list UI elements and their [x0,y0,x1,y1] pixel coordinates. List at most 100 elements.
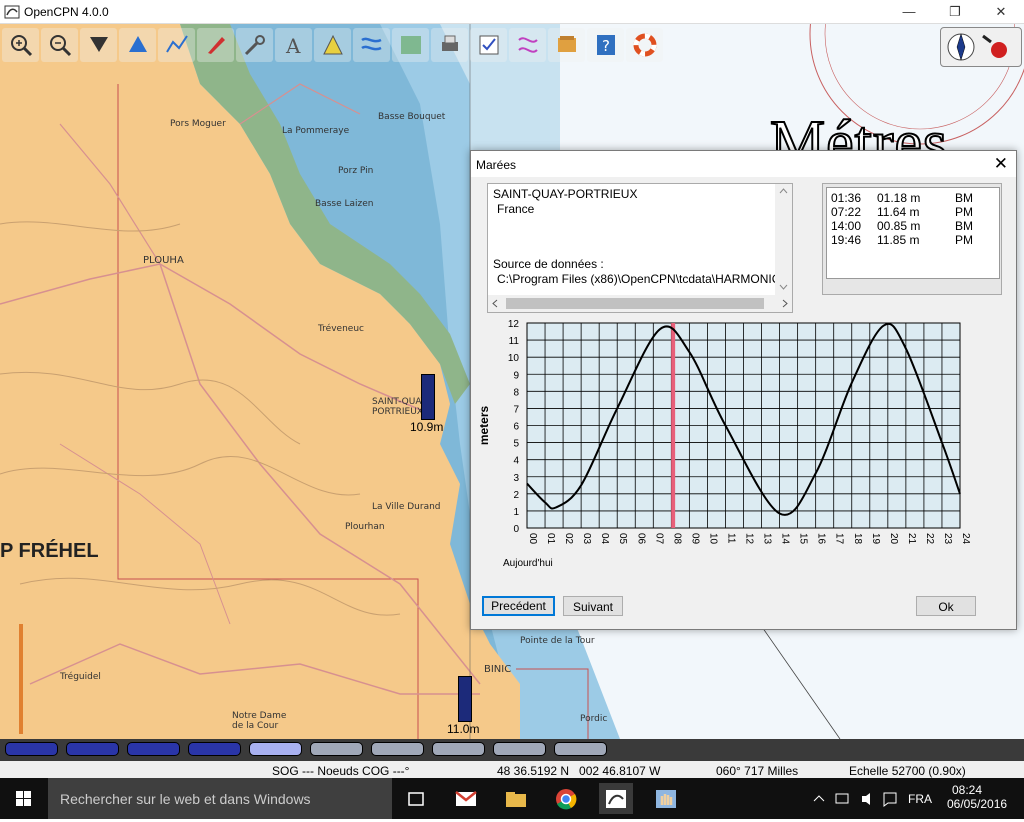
y-axis-label: meters [477,405,491,445]
hand-app-icon[interactable] [649,783,683,814]
vertical-scrollbar[interactable] [775,184,792,295]
y-tick-label: 10 [508,353,520,364]
today-label: Aujourd'hui [503,558,553,569]
chart-selector-tab[interactable] [493,742,546,756]
x-tick-label: 18 [852,533,863,545]
place-name: PLOUHA [143,255,184,266]
chart-selector-tab[interactable] [249,742,302,756]
chart-quilting-tool-button[interactable] [392,28,429,62]
cursor-position-readout: 48 36.5192 N 002 46.8107 W [497,764,661,778]
dialog-titlebar: Marées ✕ [471,151,1016,177]
svg-text:A: A [285,34,301,58]
x-tick-label: 06 [635,533,646,545]
taskbar-search-box[interactable]: Rechercher sur le web et dans Windows [48,778,392,819]
place-name: Tréguidel [60,672,101,682]
y-tick-label: 1 [513,507,519,518]
task-view-icon[interactable] [399,783,433,814]
x-tick-label: 24 [960,533,971,545]
zoom-in-tool-button[interactable] [2,28,39,62]
ship-tool-button[interactable] [197,28,234,62]
tides-tool-button[interactable] [314,28,351,62]
place-name: Basse Bouquet [378,112,446,122]
currents-tool-button[interactable] [353,28,390,62]
dialog-close-button[interactable]: ✕ [994,154,1008,174]
start-button[interactable] [0,778,48,819]
event-height: 00.85 m [877,219,921,233]
station-info-textbox[interactable]: SAINT-QUAY-PORTRIEUX France Source de do… [487,183,793,313]
file-explorer-icon[interactable] [499,783,533,814]
print-tool-button[interactable] [431,28,468,62]
horizontal-scrollbar[interactable] [488,295,792,312]
chart-selector-tab[interactable] [554,742,607,756]
y-tick-label: 11 [509,336,520,347]
taskbar-clock[interactable]: 08:24 06/05/2016 [947,783,1007,811]
scale-in-tool-button[interactable] [80,28,117,62]
place-name: BINIC [484,664,512,675]
tide-events-list[interactable]: 01:36 01.18 m BM 07:22 11.64 m PM 14:00 00.85 m… [826,187,1000,279]
x-tick-label: 09 [689,533,700,545]
chart-selector-bar [0,739,1024,761]
lifebuoy-icon [633,33,656,57]
event-type: PM [955,233,973,247]
tide-height-label: 10.9m [410,420,444,434]
x-tick-label: 22 [924,533,935,545]
chart-selector-tab[interactable] [5,742,58,756]
opencpn-taskbar-icon[interactable] [599,783,633,814]
clock-time: 08:24 [951,783,983,797]
place-name: Pors Moguer [170,119,226,129]
tide-event-row: 19:46 11.85 m PM [831,233,973,247]
track-icon [517,37,538,53]
maximize-button[interactable]: ❐ [932,0,978,24]
tide-event-row: 14:00 00.85 m BM [831,219,973,233]
current-time-marker [671,323,676,528]
gmail-icon[interactable] [449,783,483,814]
previous-day-button[interactable]: Precédent [482,596,555,616]
route-icon [165,35,188,53]
x-tick-label: 02 [563,533,574,545]
tides-icon [322,34,343,55]
place-name: Basse Laizen [315,199,374,209]
y-tick-label: 8 [513,387,519,398]
chart-selector-tab[interactable] [127,742,180,756]
help-tool-button[interactable]: ? [587,28,624,62]
tide-station-marker[interactable] [458,676,472,722]
place-name: Notre Dame de la Cour [232,711,287,731]
ok-button[interactable]: Ok [916,596,976,616]
help-icon: ? [596,35,615,55]
x-tick-label: 14 [780,533,791,545]
zoom-out-icon [49,35,71,57]
ais-tool-button[interactable] [470,28,507,62]
next-day-button[interactable]: Suivant [563,596,623,616]
print-icon [441,35,458,51]
x-tick-label: 11 [725,533,736,544]
status-bar: SOG --- Noeuds COG ---° 48 36.5192 N 002… [0,761,1024,778]
minimize-button[interactable]: — [886,0,932,24]
scale-out-tool-button[interactable] [119,28,156,62]
chrome-icon[interactable] [549,783,583,814]
dialog-title: Marées [476,158,517,172]
settings-tool-button[interactable] [236,28,273,62]
settings-icon [244,35,265,56]
track-tool-button[interactable] [509,28,546,62]
chart-selector-tab[interactable] [371,742,424,756]
close-button[interactable]: ✕ [978,0,1024,24]
scroll-arrows-icon [779,188,788,290]
text-tool-button[interactable]: A [275,28,312,62]
chart-selector-tab[interactable] [66,742,119,756]
tide-station-marker[interactable] [421,374,435,420]
timezone-label: Z +02:00 [723,580,763,581]
x-tick-label: 01 [545,533,556,545]
chart-selector-tab[interactable] [188,742,241,756]
chart-selector-tab[interactable] [310,742,363,756]
compass-widget[interactable] [940,27,1022,67]
lifebuoy-tool-button[interactable] [626,28,663,62]
layers-tool-button[interactable] [548,28,585,62]
chart-selector-tab[interactable] [432,742,485,756]
zoom-in-icon [10,35,32,57]
route-tool-button[interactable] [158,28,195,62]
system-tray-icons[interactable] [812,791,902,807]
zoom-out-tool-button[interactable] [41,28,78,62]
input-language[interactable]: FRA [908,792,932,806]
sog-cog-readout: SOG --- Noeuds COG ---° [272,764,410,778]
event-height: 01.18 m [877,191,921,205]
